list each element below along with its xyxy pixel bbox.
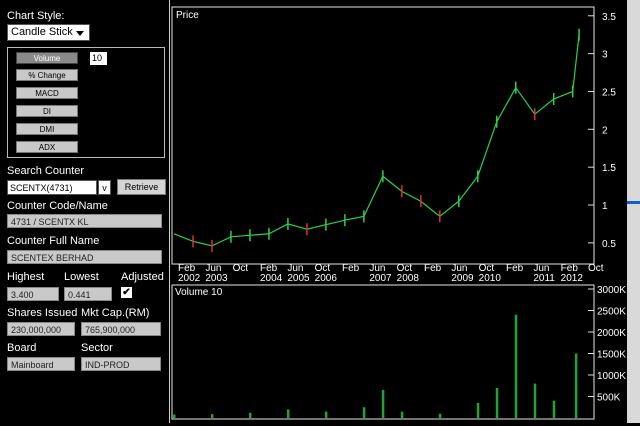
lowest-label: Lowest bbox=[64, 271, 99, 283]
x-tick-year: 2006 bbox=[315, 273, 338, 284]
highest-label: Highest bbox=[7, 271, 45, 283]
x-tick-year: 2005 bbox=[287, 273, 310, 284]
lowest-field: 0.441 bbox=[64, 287, 112, 301]
search-dropdown-button[interactable]: v bbox=[98, 180, 111, 195]
x-tick-year: 2010 bbox=[479, 273, 502, 284]
volume-bar bbox=[362, 407, 366, 418]
chevron-down-icon bbox=[76, 31, 84, 36]
volume-bar bbox=[248, 412, 252, 418]
control-sidebar: Chart Style: Candle Stick Volume 10 % Ch… bbox=[0, 0, 170, 423]
search-counter-input[interactable]: SCENTX(4731) bbox=[7, 180, 97, 195]
scroll-marker bbox=[627, 201, 640, 204]
volume-button[interactable]: Volume bbox=[16, 52, 78, 64]
volume-bar bbox=[514, 314, 518, 418]
price-plot-frame bbox=[171, 6, 595, 265]
volume-bar bbox=[476, 402, 480, 418]
indicator-panel: Volume 10 % Change MACD DI DMI ADX bbox=[7, 47, 165, 158]
price-y-tick-label: 3.5 bbox=[602, 12, 616, 23]
volume-y-tick-label: 2000K bbox=[597, 328, 626, 339]
price-y-tick-label: 2 bbox=[602, 125, 608, 136]
board-label: Board bbox=[7, 342, 37, 354]
volume-title: Volume 10 bbox=[175, 287, 223, 298]
x-tick-year: 2009 bbox=[451, 273, 474, 284]
x-tick-month: Feb bbox=[506, 263, 524, 274]
chart-style-select[interactable]: Candle Stick bbox=[7, 24, 90, 41]
volume-period-input[interactable]: 10 bbox=[90, 52, 107, 65]
chart-style-value: Candle Stick bbox=[11, 26, 73, 38]
x-tick-year: 2002 bbox=[178, 273, 201, 284]
macd-button[interactable]: MACD bbox=[16, 87, 78, 99]
x-tick-year: 2012 bbox=[561, 273, 584, 284]
x-tick-month: Oct bbox=[588, 263, 604, 274]
counter-code-field: 4731 / SCENTX KL bbox=[7, 214, 162, 228]
x-tick-year: 2011 bbox=[533, 273, 555, 284]
retrieve-button[interactable]: Retrieve bbox=[117, 179, 166, 195]
volume-bar bbox=[324, 411, 328, 418]
vertical-scrollbar[interactable] bbox=[627, 0, 640, 423]
x-tick-month: Feb bbox=[424, 263, 442, 274]
di-button[interactable]: DI bbox=[16, 105, 78, 117]
board-field: Mainboard bbox=[7, 357, 75, 371]
x-tick-year: 2008 bbox=[397, 273, 420, 284]
volume-bar bbox=[495, 387, 499, 418]
shares-issued-field: 230,000,000 bbox=[7, 322, 75, 336]
mkt-cap-label: Mkt Cap.(RM) bbox=[81, 307, 150, 319]
volume-y-tick-label: 1500K bbox=[597, 350, 626, 361]
volume-y-tick-label: 3000K bbox=[597, 285, 626, 296]
x-tick-month: Oct bbox=[233, 263, 249, 274]
price-y-tick-label: 1.5 bbox=[602, 163, 616, 174]
adjusted-checkbox[interactable]: ✔ bbox=[121, 287, 132, 298]
volume-bar bbox=[210, 414, 214, 418]
volume-y-tick-label: 2500K bbox=[597, 307, 626, 318]
volume-bar bbox=[533, 383, 537, 418]
adx-button[interactable]: ADX bbox=[16, 141, 78, 153]
volume-bar bbox=[381, 390, 385, 418]
sector-label: Sector bbox=[81, 342, 113, 354]
price-volume-chart: Price 0.511.522.533.5 Feb2002Jun2003Oct F… bbox=[171, 6, 626, 420]
volume-bar bbox=[438, 413, 442, 418]
search-counter-label: Search Counter bbox=[7, 165, 85, 177]
shares-issued-label: Shares Issued bbox=[7, 307, 78, 319]
counter-code-label: Counter Code/Name bbox=[7, 200, 108, 212]
price-y-tick-label: 3 bbox=[602, 50, 608, 61]
full-name-label: Counter Full Name bbox=[7, 235, 100, 247]
x-tick-year: 2003 bbox=[205, 273, 228, 284]
price-y-tick-label: 1 bbox=[602, 201, 608, 212]
highest-field: 3.400 bbox=[7, 287, 59, 301]
volume-bar bbox=[286, 409, 290, 418]
price-title: Price bbox=[176, 10, 199, 21]
volume-bar bbox=[574, 353, 578, 418]
mkt-cap-field: 765,900,000 bbox=[81, 322, 161, 336]
full-name-field: SCENTEX BERHAD bbox=[7, 250, 162, 264]
price-y-tick-label: 0.5 bbox=[602, 239, 616, 250]
adjusted-label: Adjusted bbox=[121, 271, 164, 283]
chart-area: Price 0.5 1 1.5 2 2.5 3 3.5 Feb 2002 Jun 2003 Oct F… bbox=[170, 0, 640, 423]
dmi-button[interactable]: DMI bbox=[16, 123, 78, 135]
volume-y-tick-label: 1000K bbox=[597, 371, 626, 382]
volume-y-tick-label: 500K bbox=[597, 393, 621, 404]
x-tick-year: 2004 bbox=[260, 273, 283, 284]
percent-change-button[interactable]: % Change bbox=[16, 69, 78, 81]
sector-field: IND-PROD bbox=[81, 357, 161, 371]
volume-bar bbox=[400, 411, 404, 418]
volume-bar bbox=[173, 414, 176, 418]
x-tick-year: 2007 bbox=[369, 273, 392, 284]
volume-bar bbox=[552, 400, 556, 418]
x-tick-month: Feb bbox=[342, 263, 360, 274]
chart-style-label: Chart Style: bbox=[7, 10, 65, 22]
price-y-tick-label: 2.5 bbox=[602, 87, 616, 98]
